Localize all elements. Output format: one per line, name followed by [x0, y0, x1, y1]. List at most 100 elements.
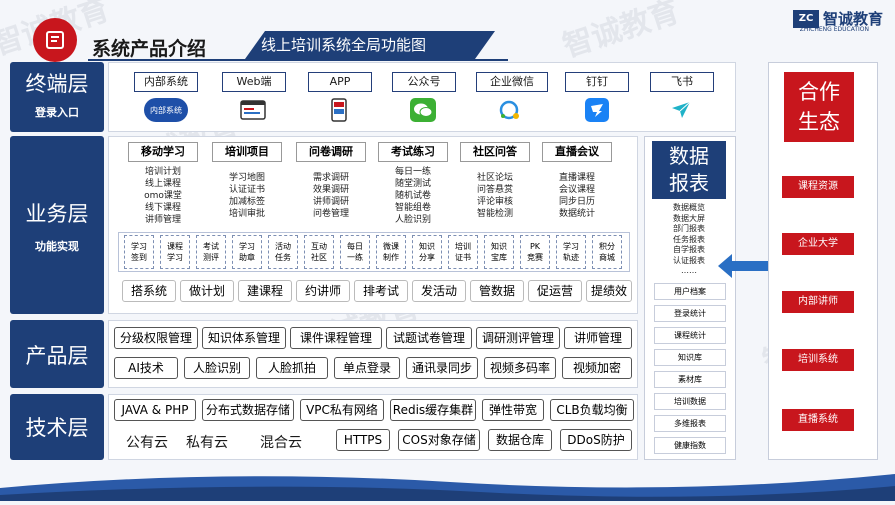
module-tile[interactable]: 课程 学习 [160, 235, 190, 269]
list-item: 智能检测 [476, 209, 513, 219]
action-pill[interactable]: 促运营 [528, 280, 582, 302]
module-tile[interactable]: 知识 分享 [412, 235, 442, 269]
module-tile[interactable]: 学习 签到 [124, 235, 154, 269]
tech-chip[interactable]: JAVA & PHP [114, 399, 196, 421]
product-chip[interactable]: 调研测评管理 [476, 327, 560, 349]
cooperation-item[interactable]: 培训系统 [782, 349, 854, 371]
terminal-item[interactable]: APP [308, 72, 372, 92]
business-column-title: 培训项目 [212, 142, 282, 162]
product-chip[interactable]: AI技术 [114, 357, 178, 379]
module-tile[interactable]: 考试 测评 [196, 235, 226, 269]
report-item[interactable]: 健康指数 [654, 437, 726, 454]
module-tile[interactable]: 学习 轨迹 [556, 235, 586, 269]
action-pill[interactable]: 建课程 [238, 280, 292, 302]
report-item[interactable]: 素材库 [654, 371, 726, 388]
report-item[interactable]: 培训数据 [654, 393, 726, 410]
action-pill[interactable]: 排考试 [354, 280, 408, 302]
module-tile[interactable]: 学习 助章 [232, 235, 262, 269]
layer-name: 业务层 [25, 202, 89, 226]
cooperation-item[interactable]: 课程资源 [782, 176, 854, 198]
report-item[interactable]: 用户档案 [654, 283, 726, 300]
product-chip[interactable]: 讲师管理 [564, 327, 632, 349]
product-chip[interactable]: 人脸抓拍 [256, 357, 328, 379]
tech-chip[interactable]: DDoS防护 [560, 429, 632, 451]
product-chip[interactable]: 分级权限管理 [114, 327, 198, 349]
cooperation-item[interactable]: 内部讲师 [782, 291, 854, 313]
module-tile[interactable]: PK 竞赛 [520, 235, 550, 269]
list-item: 会议课程 [558, 185, 595, 195]
module-tile[interactable]: 互动 社区 [304, 235, 334, 269]
brand-english: ZHICHENG EDUCATION [799, 26, 869, 33]
cooperation-item[interactable]: 直播系统 [782, 409, 854, 431]
terminal-item[interactable]: Web端 [222, 72, 286, 92]
module-tile[interactable]: 知识 宝库 [484, 235, 514, 269]
module-tile[interactable]: 培训 证书 [448, 235, 478, 269]
product-chip[interactable]: 视频多码率 [484, 357, 556, 379]
list-item: 问卷管理 [312, 209, 349, 219]
action-pill[interactable]: 提绩效 [586, 280, 632, 302]
tech-chip[interactable]: HTTPS [336, 429, 390, 451]
list-item: 需求调研 [312, 173, 349, 183]
product-chip[interactable]: 视频加密 [562, 357, 632, 379]
tech-chip[interactable]: Redis缓存集群 [390, 399, 476, 421]
cooperation-item[interactable]: 企业大学 [782, 233, 854, 255]
product-chip[interactable]: 课件课程管理 [290, 327, 382, 349]
list-item: 线下课程 [144, 203, 181, 213]
cloud-label: 私有云 [186, 435, 228, 451]
terminal-item[interactable]: 钉钉 [565, 72, 629, 92]
tech-chip[interactable]: 数据仓库 [488, 429, 552, 451]
list-item: 随机试卷 [394, 191, 431, 201]
business-column-title: 问卷调研 [296, 142, 366, 162]
module-tile[interactable]: 微课 制作 [376, 235, 406, 269]
list-item: 问答悬赏 [476, 185, 513, 195]
layer-name: 技术层 [25, 416, 89, 440]
module-tile[interactable]: 积分 商城 [592, 235, 622, 269]
report-item[interactable]: 知识库 [654, 349, 726, 366]
feishu-icon [670, 100, 692, 120]
tech-chip[interactable]: VPC私有网络 [300, 399, 384, 421]
title-underline [88, 59, 508, 61]
list-item: 社区论坛 [476, 173, 513, 183]
terminal-item[interactable]: 企业微信 [476, 72, 548, 92]
report-item[interactable]: 多维报表 [654, 415, 726, 432]
action-pill[interactable]: 做计划 [180, 280, 234, 302]
tech-chip[interactable]: 分布式数据存储 [202, 399, 294, 421]
product-chip[interactable]: 知识体系管理 [202, 327, 286, 349]
layer-sub: 功能实现 [35, 240, 79, 253]
list-item: 学习地图 [228, 173, 265, 183]
tech-chip[interactable]: 弹性带宽 [482, 399, 544, 421]
action-pill[interactable]: 发活动 [412, 280, 466, 302]
list-item: 数据概览 [673, 203, 705, 212]
report-item[interactable]: 登录统计 [654, 305, 726, 322]
action-pill[interactable]: 搭系统 [122, 280, 176, 302]
action-pill[interactable]: 约讲师 [296, 280, 350, 302]
list-item: 数据统计 [558, 209, 595, 219]
product-chip[interactable]: 试题试卷管理 [386, 327, 472, 349]
product-chip[interactable]: 人脸识别 [184, 357, 250, 379]
list-item: 自学报表 [673, 245, 705, 254]
action-pill[interactable]: 管数据 [470, 280, 524, 302]
layer-name: 终端层 [25, 72, 89, 96]
terminal-item[interactable]: 公众号 [392, 72, 456, 92]
product-chip[interactable]: 单点登录 [334, 357, 400, 379]
list-item: 线上课程 [144, 179, 181, 189]
report-item[interactable]: 课程统计 [654, 327, 726, 344]
layer-terminal: 终端层 登录入口 [10, 62, 104, 132]
module-tile[interactable]: 每日 一练 [340, 235, 370, 269]
product-chip[interactable]: 通讯录同步 [406, 357, 478, 379]
tech-chip[interactable]: COS对象存储 [398, 429, 480, 451]
list-item: 智能组卷 [394, 203, 431, 213]
terminal-item[interactable]: 内部系统 [134, 72, 198, 92]
list-item: 培训审批 [228, 209, 265, 219]
business-column-list: 直播课程 会议课程 同步日历 数据统计 [542, 172, 612, 220]
module-tile[interactable]: 活动 任务 [268, 235, 298, 269]
list-item: 认证报表 [673, 255, 705, 265]
presentation-logo-icon [33, 18, 77, 62]
terminal-item[interactable]: 飞书 [650, 72, 714, 92]
web-browser-icon [240, 100, 266, 120]
list-item: 任务报表 [673, 234, 705, 244]
layer-name: 产品层 [25, 344, 89, 368]
footer-wave [0, 468, 895, 501]
tech-chip[interactable]: CLB负载均衡 [550, 399, 634, 421]
cooperation-title: 合作 生态 [784, 72, 854, 142]
